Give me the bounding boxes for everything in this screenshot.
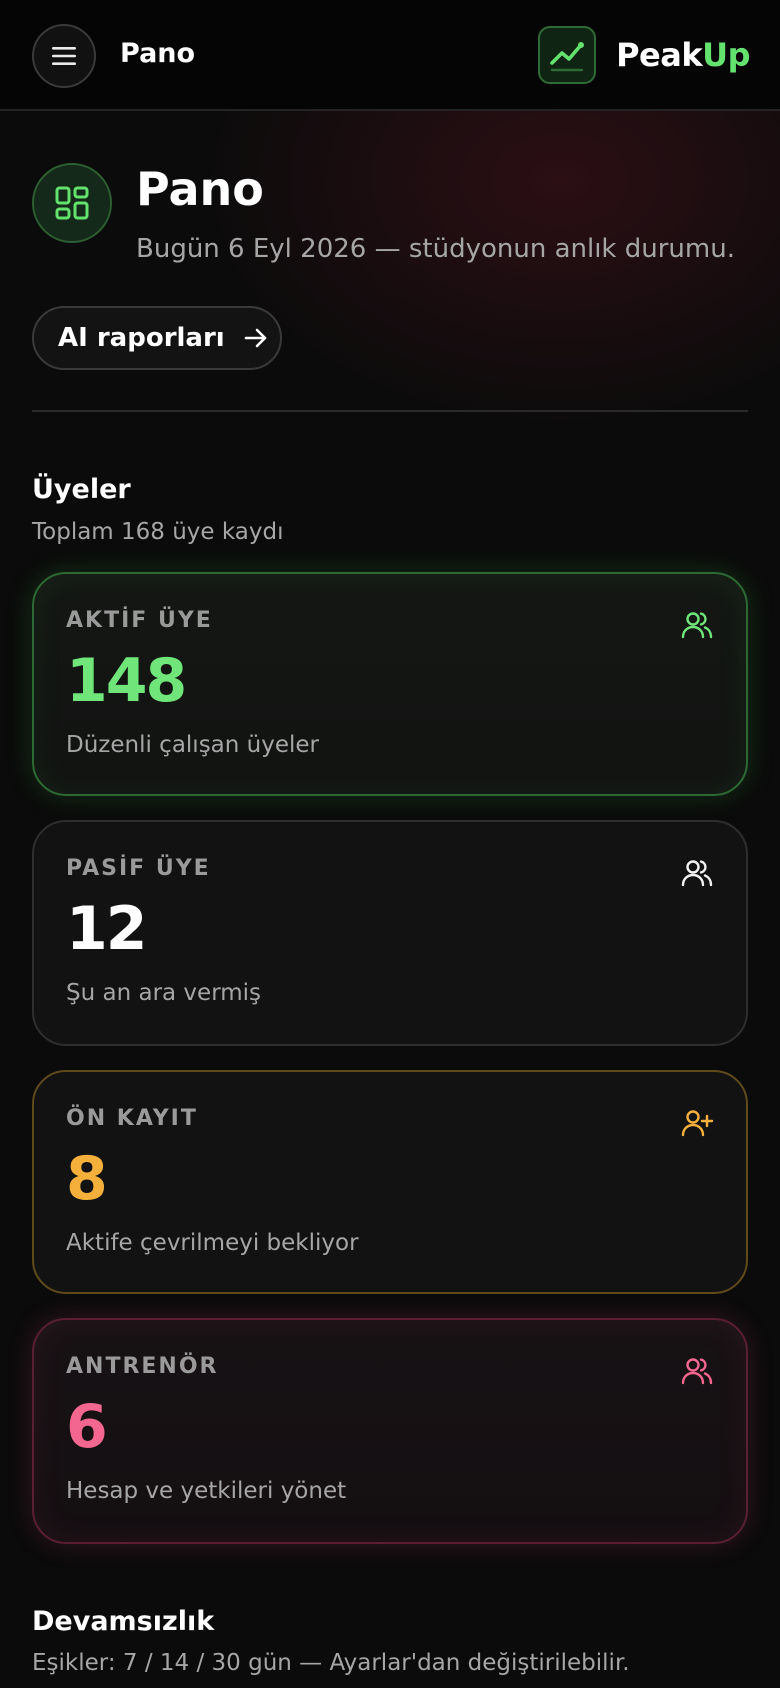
card-label: AKTİF ÜYE <box>66 608 213 633</box>
users-icon <box>681 860 713 887</box>
dashboard-icon-badge <box>32 163 112 243</box>
active-members-card[interactable]: AKTİF ÜYE 148 Düzenli çalışan üyeler <box>32 572 748 796</box>
brand-icon-box <box>538 26 597 84</box>
menu-button[interactable] <box>32 24 96 88</box>
menu-icon <box>52 47 76 65</box>
user-plus-icon <box>681 1110 714 1137</box>
users-icon <box>681 612 713 639</box>
card-label: ÖN KAYIT <box>66 1106 198 1131</box>
arrow-right-icon <box>244 328 267 348</box>
card-description: Düzenli çalışan üyeler <box>66 732 319 758</box>
members-section-subtitle: Toplam 168 üye kaydı <box>32 519 284 545</box>
card-description: Aktife çevrilmeyi bekliyor <box>66 1230 359 1256</box>
absence-section-title: Devamsızlık <box>32 1606 215 1637</box>
card-label: ANTRENÖR <box>66 1354 219 1379</box>
topbar-title: Pano <box>120 38 196 69</box>
card-label: PASİF ÜYE <box>66 856 211 881</box>
brand-name-part1: Peak <box>616 36 703 74</box>
ai-reports-button[interactable]: AI raporları <box>32 306 282 370</box>
header-divider <box>32 410 748 412</box>
members-section-title: Üyeler <box>32 474 131 505</box>
passive-members-card[interactable]: PASİF ÜYE 12 Şu an ara vermiş <box>32 820 748 1046</box>
trainers-card[interactable]: ANTRENÖR 6 Hesap ve yetkileri yönet <box>32 1318 748 1544</box>
card-value: 12 <box>66 894 147 964</box>
brand-name-part2: Up <box>702 36 750 74</box>
page-title: Pano <box>136 162 264 216</box>
brand-logo[interactable]: PeakUp <box>538 26 750 84</box>
top-bar: Pano PeakUp <box>0 0 780 111</box>
card-description: Şu an ara vermiş <box>66 980 262 1006</box>
pre-registration-card[interactable]: ÖN KAYIT 8 Aktife çevrilmeyi bekliyor <box>32 1070 748 1294</box>
card-value: 148 <box>66 646 187 716</box>
dashboard-grid-icon <box>55 186 89 220</box>
ai-reports-label: AI raporları <box>58 323 225 353</box>
card-value: 8 <box>66 1144 108 1214</box>
page-subtitle: Bugün 6 Eyl 2026 — stüdyonun anlık durum… <box>136 234 735 264</box>
card-value: 6 <box>66 1392 108 1462</box>
trend-up-icon <box>550 42 585 72</box>
users-icon <box>681 1358 713 1385</box>
brand-name: PeakUp <box>616 36 750 74</box>
card-description: Hesap ve yetkileri yönet <box>66 1478 347 1504</box>
dashboard-page: Pano PeakUp Pano Bugün 6 Eyl 2026 — stüd… <box>0 0 780 1688</box>
absence-section-subtitle: Eşikler: 7 / 14 / 30 gün — Ayarlar'dan d… <box>32 1650 630 1676</box>
